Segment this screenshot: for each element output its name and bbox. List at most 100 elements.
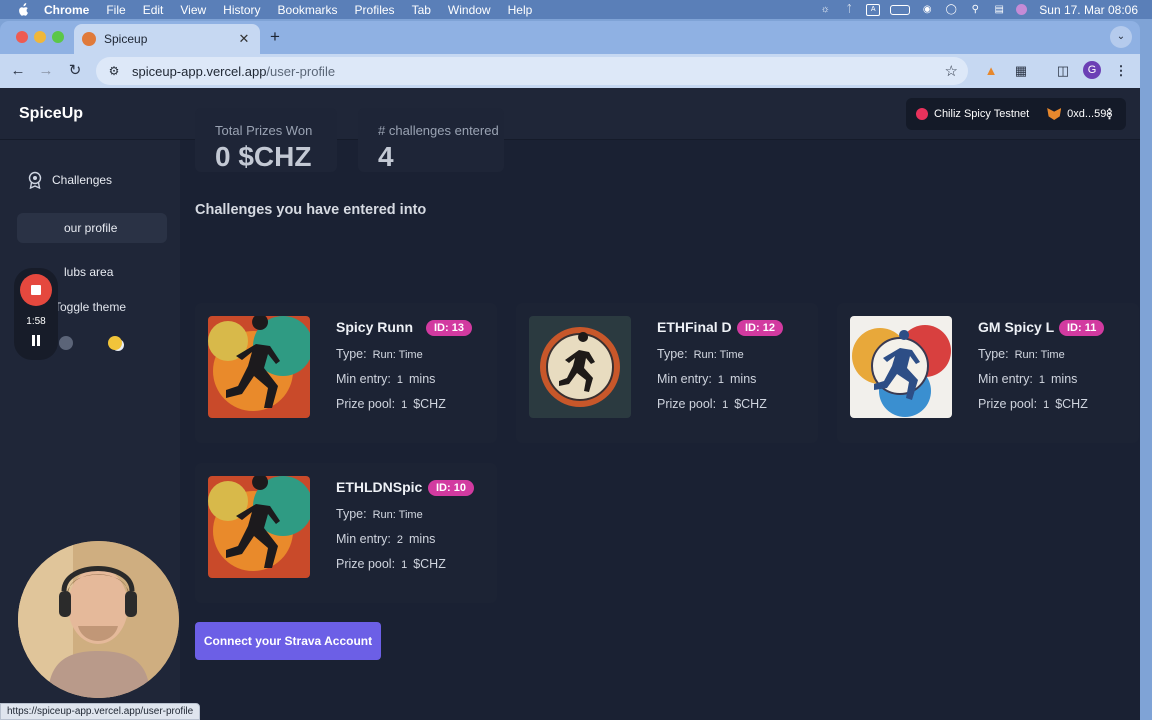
challenge-name: Spicy Runn [336,319,414,335]
stat-total-prizes: Total Prizes Won 0 $CHZ [195,108,337,172]
menu-edit[interactable]: Edit [143,3,164,17]
menu-tab[interactable]: Tab [412,3,431,17]
macos-menu-bar: Chrome File Edit View History Bookmarks … [0,0,1152,19]
challenge-min-entry: 2 [396,534,404,546]
menu-clock[interactable]: Sun 17. Mar 08:06 [1039,3,1138,17]
challenge-min-entry-row: Min entry: 1 mins [336,372,435,386]
chiliz-icon [916,108,928,120]
menu-app-name[interactable]: Chrome [44,3,89,17]
text-input-icon[interactable]: A [866,3,881,16]
menu-profiles[interactable]: Profiles [355,3,395,17]
challenge-card[interactable]: Spicy Runn ID: 13 Type: Run: Time Min ent… [195,303,497,443]
min-entry-label: Min entry: [336,532,391,546]
challenge-card[interactable]: GM Spicy L ID: 11 Type: Run: Time Min ent… [837,303,1139,443]
wifi-icon[interactable]: ◉ [920,4,934,16]
menu-window[interactable]: Window [448,3,491,17]
challenge-min-entry: 1 [1038,374,1046,386]
challenge-card[interactable]: ETHFinal D ID: 12 Type: Run: Time Min ent… [516,303,818,443]
stat-label: Total Prizes Won [215,123,313,138]
light-theme-icon[interactable] [108,336,122,350]
challenge-thumbnail [850,316,952,418]
recording-timer: 1:58 [26,316,46,327]
challenge-name: ETHLDNSpic [336,479,423,495]
challenge-min-entry: 1 [396,374,404,386]
screen-recorder-widget: 1:58 [14,268,58,360]
address-bar[interactable]: ⚙ spiceup-app.vercel.app/user-profile ☆ [96,57,968,85]
prize-pool-label: Prize pool: [336,557,396,571]
sidebar-item-challenges[interactable]: Challenges [17,165,167,195]
forward-button[interactable]: → [35,60,57,82]
prize-pool-label: Prize pool: [657,397,717,411]
challenge-name: ETHFinal D [657,319,732,335]
minimize-window-button[interactable] [34,31,46,43]
tab-title: Spiceup [104,32,148,46]
prize-currency: $CHZ [413,397,446,411]
tab-spiceup[interactable]: Spiceup ✕ [74,24,260,54]
site-settings-icon[interactable]: ⚙ [106,63,122,79]
dark-theme-icon[interactable] [59,336,73,350]
bluetooth-icon[interactable]: ᛏ [842,4,856,16]
bookmark-star-icon[interactable]: ☆ [945,62,958,80]
battery-icon[interactable] [890,4,911,15]
challenge-type: Run: Time [372,509,423,521]
brand-logo[interactable]: SpiceUp [19,105,83,123]
brightness-icon[interactable]: ☼ [818,4,832,16]
challenge-id-badge: ID: 13 [426,320,472,336]
challenge-id-badge: ID: 11 [1059,320,1105,336]
min-entry-unit: mins [409,372,436,386]
menu-file[interactable]: File [106,3,125,17]
challenge-type: Run: Time [1014,349,1065,361]
spotlight-icon[interactable]: ⚲ [968,4,982,16]
connect-strava-button[interactable]: Connect your Strava Account [195,622,381,660]
profile-avatar[interactable]: G [1083,61,1101,79]
close-window-button[interactable] [16,31,28,43]
award-icon [26,171,44,190]
link-status-bar: https://spiceup-app.vercel.app/user-prof… [0,703,201,720]
network-name: Chiliz Spicy Testnet [934,108,1030,120]
challenge-name: GM Spicy L [978,319,1055,335]
menu-history[interactable]: History [223,3,260,17]
sidebar-item-profile[interactable]: our profile [17,213,167,243]
challenge-type-row: Type: Run: Time [336,507,429,521]
tab-search-icon[interactable]: ⌄ [1110,26,1132,48]
challenge-prize-pool: 1 [401,399,408,411]
challenge-prize-pool: 1 [1043,399,1050,411]
wallet-menu-icon[interactable]: ⋮ [1103,106,1116,122]
menu-bookmarks[interactable]: Bookmarks [278,3,338,17]
extensions-icon[interactable]: ▦ [1011,61,1031,81]
side-panel-icon[interactable]: ◫ [1053,61,1073,81]
min-entry-unit: mins [730,372,757,386]
metamask-extension-icon[interactable]: ▲ [981,61,1001,81]
challenge-card[interactable]: ETHLDNSpic ID: 10 Type: Run: Time Min ent… [195,463,497,603]
zoom-window-button[interactable] [52,31,64,43]
siri-icon[interactable] [1016,4,1028,15]
reload-button[interactable]: ↻ [64,60,86,82]
menu-view[interactable]: View [180,3,206,17]
challenge-thumbnail [208,476,310,578]
pause-recording-icon[interactable] [30,335,42,347]
challenge-prize-row: Prize pool: 1 $CHZ [336,397,446,411]
challenge-min-entry-row: Min entry: 1 mins [657,372,756,386]
challenge-thumbnail [529,316,631,418]
apple-icon[interactable] [16,2,30,17]
challenge-type: Run: Time [693,349,744,361]
prize-pool-label: Prize pool: [336,397,396,411]
challenge-thumbnail [208,316,310,418]
chrome-menu-icon[interactable]: ⋮ [1111,61,1131,81]
user-icon[interactable]: ◯ [944,4,958,16]
stop-recording-button[interactable] [20,274,52,306]
new-tab-button[interactable]: + [266,28,284,47]
challenge-type-row: Type: Run: Time [978,347,1071,361]
metamask-fox-icon [1047,108,1062,120]
url-host: spiceup-app.vercel.app [132,63,267,79]
control-center-icon[interactable]: ▤ [992,4,1006,16]
back-button[interactable]: ← [7,60,29,82]
menu-help[interactable]: Help [508,3,533,17]
close-tab-icon[interactable]: ✕ [236,31,252,47]
challenge-id-badge: ID: 10 [428,480,474,496]
type-label: Type: [657,347,688,361]
wallet-widget[interactable]: Chiliz Spicy Testnet 0xd...598 ⋮ [906,98,1126,130]
challenge-type-row: Type: Run: Time [657,347,750,361]
challenge-prize-row: Prize pool: 1 $CHZ [657,397,767,411]
tab-strip: Spiceup ✕ + ⌄ [0,21,1140,54]
